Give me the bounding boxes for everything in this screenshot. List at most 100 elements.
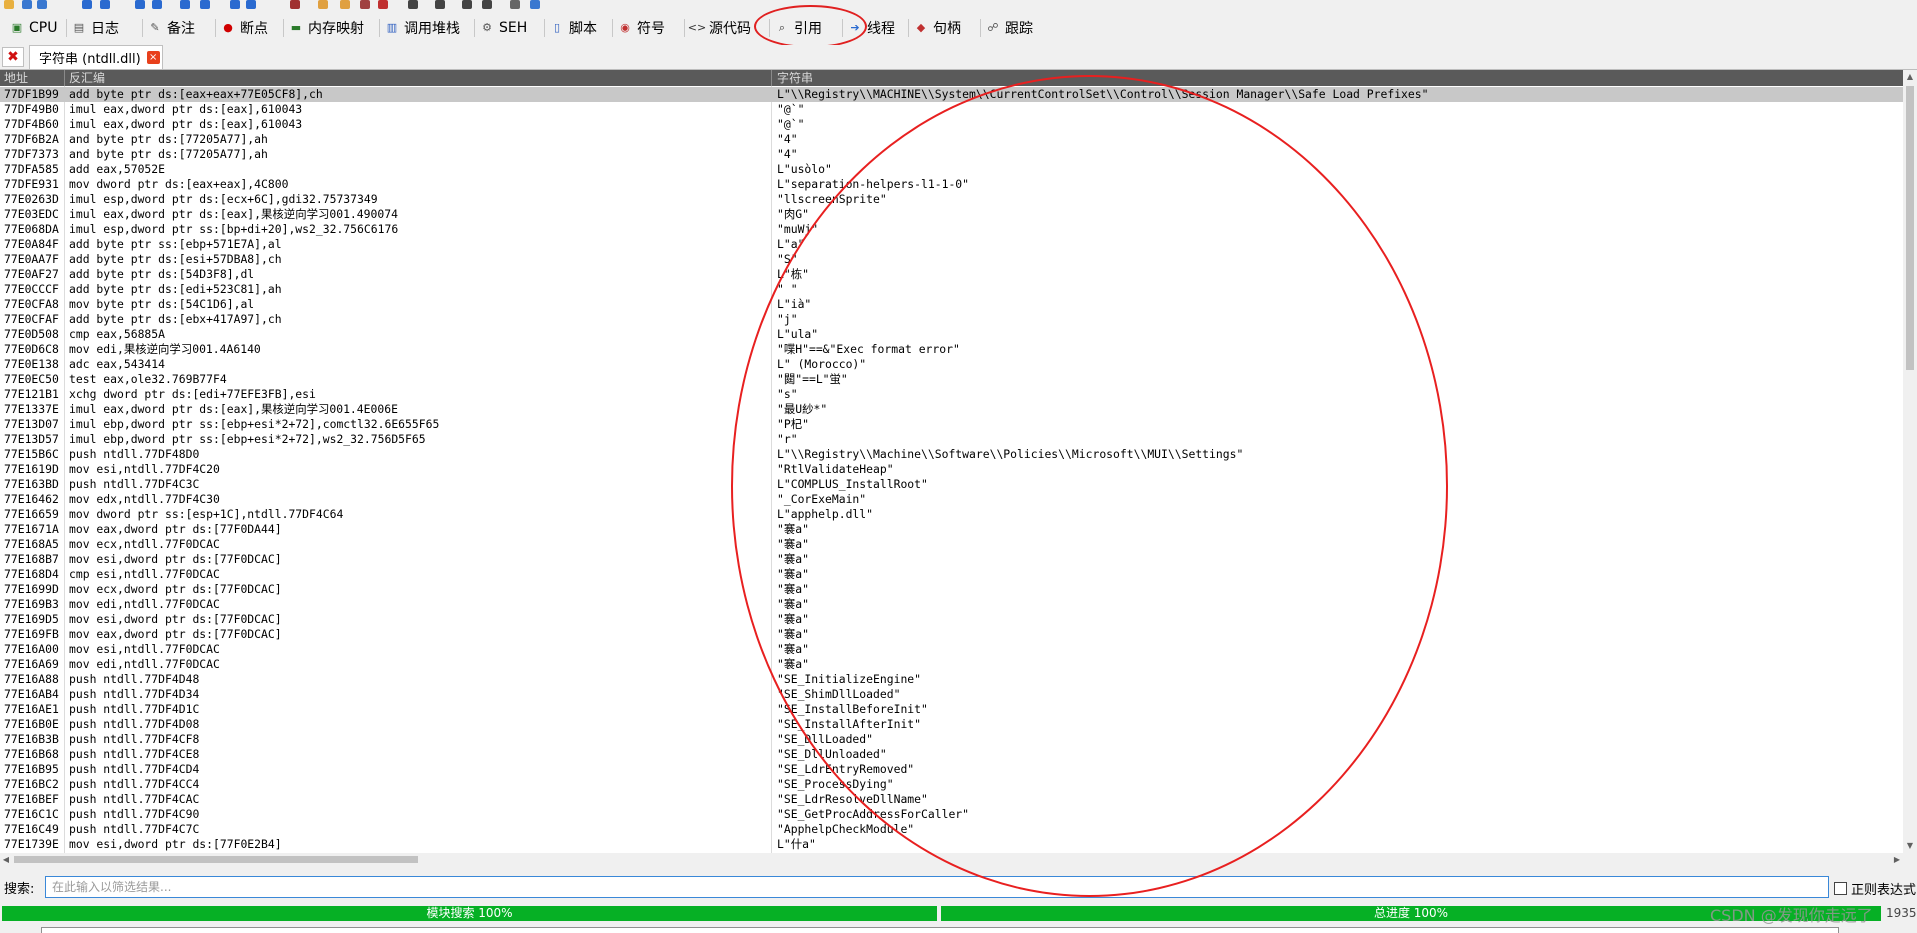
table-row[interactable]: 77E1699D mov ecx,dword ptr ds:[77F0DCAC] "… <box>0 582 1903 597</box>
table-row[interactable]: 77E168A5 mov ecx,ntdll.77F0DCAC "褰a" <box>0 537 1903 552</box>
tab-breakpoint[interactable]: ● 断点 <box>221 16 268 40</box>
tab-strings-ntdll[interactable]: 字符串 (ntdll.dll) × <box>29 45 163 69</box>
patch-icon[interactable] <box>290 0 300 9</box>
table-row[interactable]: 77DF49B0 imul eax,dword ptr ds:[eax],6100… <box>0 102 1903 117</box>
table-row[interactable]: 77E163BD push ntdll.77DF4C3C L"COMPLUS_Ins… <box>0 477 1903 492</box>
table-row[interactable]: 77E169FB mov eax,dword ptr ds:[77F0DCAC] "… <box>0 627 1903 642</box>
step-over-icon[interactable] <box>152 0 162 9</box>
tab-trace[interactable]: ☍ 跟踪 <box>986 16 1033 40</box>
table-row[interactable]: 77DF1B99 add byte ptr ds:[eax+eax+77E05CF… <box>0 87 1903 102</box>
search-input[interactable] <box>45 876 1829 898</box>
table-row[interactable]: 77DFE931 mov dword ptr ds:[eax+eax],4C800… <box>0 177 1903 192</box>
table-row[interactable]: 77DF7373 and byte ptr ds:[77205A77],ah "4" <box>0 147 1903 162</box>
table-row[interactable]: 77E0E138 adc eax,543414 L" (Morocco)" <box>0 357 1903 372</box>
table-row[interactable]: 77E168B7 mov esi,dword ptr ds:[77F0DCAC] "… <box>0 552 1903 567</box>
table-row[interactable]: 77E13D57 imul ebp,dword ptr ss:[ebp+esi*2… <box>0 432 1903 447</box>
table-row[interactable]: 77E16A00 mov esi,ntdll.77F0DCAC "褰a" <box>0 642 1903 657</box>
tab-seh[interactable]: ⚙ SEH <box>480 16 527 40</box>
table-row[interactable]: 77E1619D mov esi,ntdll.77DF4C20 "RtlValida… <box>0 462 1903 477</box>
table-row[interactable]: 77E169B3 mov edi,ntdll.77F0DCAC "褰a" <box>0 597 1903 612</box>
table-row[interactable]: 77E0AA7F add byte ptr ds:[esi+57DBA8],ch "… <box>0 252 1903 267</box>
bookmark-icon[interactable] <box>378 0 388 9</box>
table-row[interactable]: 77E16659 mov dword ptr ss:[esp+1C],ntdll.… <box>0 507 1903 522</box>
table-row[interactable]: 77E168D4 cmp esi,ntdll.77F0DCAC "褰a" <box>0 567 1903 582</box>
table-row[interactable]: 77E0A84F add byte ptr ss:[ebp+571E7A],al L… <box>0 237 1903 252</box>
comment-icon[interactable] <box>340 0 350 9</box>
column-header-string[interactable]: 字符串 <box>777 70 813 86</box>
run-to-user-code-icon[interactable] <box>246 0 256 9</box>
tab-memory-map[interactable]: ▬ 内存映射 <box>289 16 364 40</box>
table-row[interactable]: 77E0CFA8 mov byte ptr ds:[54C1D6],al L"ià" <box>0 297 1903 312</box>
scroll-up-icon[interactable]: ▲ <box>1903 70 1917 84</box>
table-row[interactable]: 77E1671A mov eax,dword ptr ds:[77F0DA44] "… <box>0 522 1903 537</box>
tab-log[interactable]: ▤ 日志 <box>72 16 119 40</box>
table-row[interactable]: 77E16A88 push ntdll.77DF4D48 "SE_Initializ… <box>0 672 1903 687</box>
close-all-tabs-button[interactable]: ✖ <box>2 47 24 67</box>
restart-icon[interactable] <box>22 0 32 9</box>
table-row[interactable]: 77E121B1 xchg dword ptr ds:[edi+77EFE3FB]… <box>0 387 1903 402</box>
settings-icon[interactable] <box>510 0 520 9</box>
trace-into-icon[interactable] <box>180 0 190 9</box>
scroll-right-icon[interactable]: ▶ <box>1891 853 1903 866</box>
tab-source[interactable]: <> 源代码 <box>688 16 751 40</box>
table-row[interactable]: 77E0EC50 test eax,ole32.769B77F4 "閮"==L"蛍" <box>0 372 1903 387</box>
vertical-scroll-thumb[interactable] <box>1906 86 1914 370</box>
table-row[interactable]: 77E0CFAF add byte ptr ds:[ebx+417A97],ch "… <box>0 312 1903 327</box>
pause-icon[interactable] <box>100 0 110 9</box>
table-row[interactable]: 77E16B3B push ntdll.77DF4CF8 "SE_DllLoaded… <box>0 732 1903 747</box>
sdk-icon[interactable] <box>482 0 492 9</box>
table-row[interactable]: 77E13D07 imul ebp,dword ptr ss:[ebp+esi*2… <box>0 417 1903 432</box>
table-row[interactable]: 77E16BEF push ntdll.77DF4CAC "SE_LdrResolv… <box>0 792 1903 807</box>
tab-cpu[interactable]: ▣ CPU <box>10 16 58 40</box>
highlight-icon[interactable] <box>318 0 328 9</box>
tab-handles[interactable]: ◆ 句柄 <box>914 16 961 40</box>
table-row[interactable]: 77E03EDC imul eax,dword ptr ds:[eax],果核逆向… <box>0 207 1903 222</box>
table-row[interactable]: 77E068DA imul esp,dword ptr ss:[bp+di+20]… <box>0 222 1903 237</box>
open-icon[interactable] <box>4 0 14 9</box>
scroll-left-icon[interactable]: ◀ <box>0 853 12 866</box>
table-row[interactable]: 77E0CCCF add byte ptr ds:[edi+523C81],ah "… <box>0 282 1903 297</box>
table-row[interactable]: 77E16A69 mov edi,ntdll.77F0DCAC "褰a" <box>0 657 1903 672</box>
vertical-scrollbar[interactable]: ▲ ▼ <box>1903 70 1917 853</box>
table-row[interactable]: 77E16B68 push ntdll.77DF4CE8 "SE_DllUnload… <box>0 747 1903 762</box>
table-row[interactable]: 77DFA585 add eax,57052E L"usòlo" <box>0 162 1903 177</box>
table-row[interactable]: 77E16B0E push ntdll.77DF4D08 "SE_InstallAf… <box>0 717 1903 732</box>
table-row[interactable]: 77DF4B60 imul eax,dword ptr ds:[eax],6100… <box>0 117 1903 132</box>
table-row[interactable]: 77E16C49 push ntdll.77DF4C7C "ApphelpCheck… <box>0 822 1903 837</box>
horizontal-scroll-thumb[interactable] <box>14 856 418 863</box>
table-row[interactable]: 77E16AE1 push ntdll.77DF4D1C "SE_InstallBe… <box>0 702 1903 717</box>
label-icon[interactable] <box>360 0 370 9</box>
table-row[interactable]: 77E16C1C push ntdll.77DF4C90 "SE_GetProcAd… <box>0 807 1903 822</box>
run-icon[interactable] <box>82 0 92 9</box>
table-row[interactable]: 77E15B6C push ntdll.77DF48D0 L"\\Registry\… <box>0 447 1903 462</box>
regex-checkbox[interactable]: 正则表达式 <box>1834 879 1916 898</box>
tab-call-stack[interactable]: ▥ 调用堆栈 <box>385 16 460 40</box>
table-row[interactable]: 77E16AB4 push ntdll.77DF4D34 "SE_ShimDllLo… <box>0 687 1903 702</box>
trace-over-icon[interactable] <box>200 0 210 9</box>
table-row[interactable]: 77E0D508 cmp eax,56885A L"ula" <box>0 327 1903 342</box>
table-row[interactable]: 77E16BC2 push ntdll.77DF4CC4 "SE_ProcessDy… <box>0 777 1903 792</box>
close-icon[interactable] <box>37 0 47 9</box>
horizontal-scrollbar[interactable]: ◀ ▶ <box>0 853 1903 866</box>
table-row[interactable]: 77E0263D imul esp,dword ptr ds:[ecx+6C],g… <box>0 192 1903 207</box>
step-into-icon[interactable] <box>135 0 145 9</box>
table-row[interactable]: 77E169D5 mov esi,dword ptr ds:[77F0DCAC] "… <box>0 612 1903 627</box>
table-row[interactable]: 77E16462 mov edx,ntdll.77DF4C30 "_CorExeMa… <box>0 492 1903 507</box>
close-tab-icon[interactable]: × <box>146 51 160 64</box>
function-icon[interactable] <box>408 0 418 9</box>
column-header-address[interactable]: 地址 <box>4 70 28 86</box>
command-input[interactable] <box>41 927 1839 933</box>
regex-checkbox-box[interactable] <box>1834 882 1847 895</box>
tab-script[interactable]: ▯ 脚本 <box>550 16 597 40</box>
hash-icon[interactable] <box>435 0 445 9</box>
table-row[interactable]: 77E0D6C8 mov edi,果核逆向学习001.4A6140 "喋H"==&"… <box>0 342 1903 357</box>
execute-till-return-icon[interactable] <box>230 0 240 9</box>
table-row[interactable]: 77E16B95 push ntdll.77DF4CD4 "SE_LdrEntryR… <box>0 762 1903 777</box>
table-row[interactable]: 77E0AF27 add byte ptr ds:[54D3F8],dl L"栋" <box>0 267 1903 282</box>
tab-notes[interactable]: ✎ 备注 <box>148 16 195 40</box>
column-header-disassembly[interactable]: 反汇编 <box>69 70 105 86</box>
table-row[interactable]: 77E1337E imul eax,dword ptr ds:[eax],果核逆向… <box>0 402 1903 417</box>
table-row[interactable]: 77E1739E mov esi,dword ptr ds:[77F0E2B4] L… <box>0 837 1903 852</box>
table-row[interactable]: 77DF6B2A and byte ptr ds:[77205A77],ah "4" <box>0 132 1903 147</box>
references-table[interactable]: 地址 反汇编 字符串 77DF1B99 add byte ptr ds:[eax+… <box>0 70 1903 853</box>
